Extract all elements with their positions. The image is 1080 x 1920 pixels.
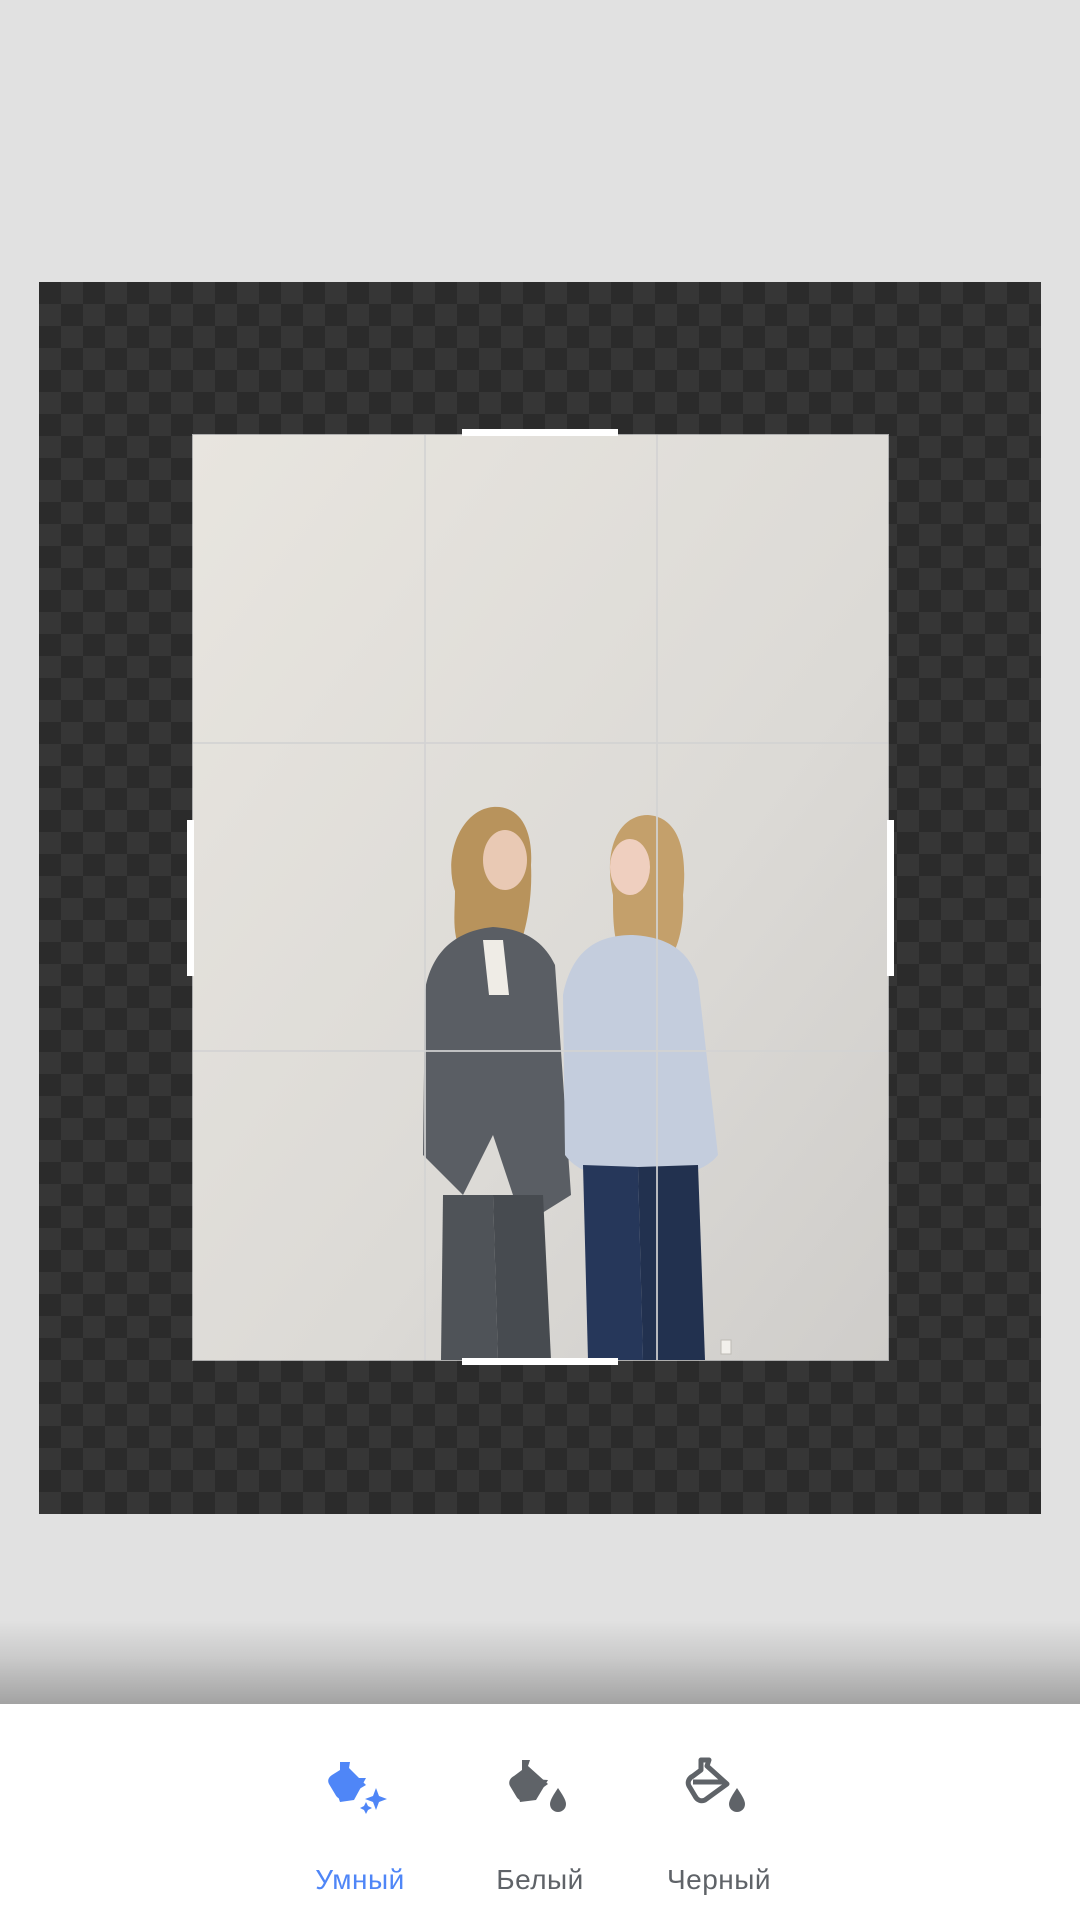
editor-screen: Умный Белый Черный [0,0,1080,1920]
crop-handle-top[interactable] [462,429,618,436]
smart-fill-label: Умный [315,1864,405,1895]
crop-handle-bottom[interactable] [462,1358,618,1365]
crop-handle-left[interactable] [187,820,194,976]
grid-line-horizontal-2 [193,1050,888,1052]
grid-line-vertical-2 [656,435,658,1360]
smart-fill-option[interactable]: Умный [280,1704,440,1920]
black-fill-label: Черный [666,1864,772,1895]
smart-fill-bucket-icon [328,1762,387,1814]
crop-handle-right[interactable] [887,820,894,976]
photo-image [193,435,888,1360]
white-fill-bucket-icon [509,1760,566,1812]
grid-line-horizontal-1 [193,742,888,744]
black-fill-option[interactable]: Черный [639,1704,799,1920]
white-fill-option[interactable]: Белый [460,1704,620,1920]
toolbar-shadow [0,1620,1080,1704]
black-fill-bucket-icon [685,1757,745,1812]
photo-preview[interactable] [193,435,888,1360]
grid-line-vertical-1 [424,435,426,1360]
white-fill-label: Белый [496,1864,584,1895]
fill-options-toolbar: Умный Белый Черный [0,1704,1080,1920]
